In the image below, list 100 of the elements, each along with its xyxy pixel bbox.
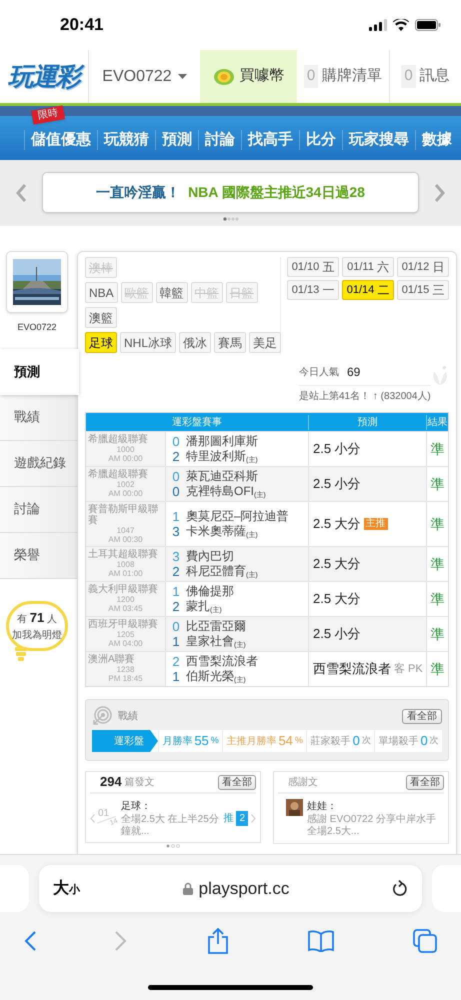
fans-badge[interactable]: 有 71 人 加我為明燈 [6,600,68,650]
sidebar-tab[interactable]: 遊戲紀錄 [0,440,77,486]
prediction: 2.5 大分 [313,555,361,574]
date-tab[interactable]: 01/13 一 [287,280,339,300]
nav-link[interactable]: 數據 [415,130,458,150]
fans-caption: 加我為明燈 [12,628,62,643]
thanks-excerpt: 感謝 EVO0722 分享中岸水手全場2.5大... [307,814,437,838]
thanks-author: 娃娃： [307,800,338,814]
match-code: 1238 [116,665,136,674]
stat-value: 0 [420,732,428,750]
column-header: 預測 [308,414,426,430]
view-all-button[interactable]: 看全部 [402,708,442,724]
score: 1 [171,584,181,599]
prediction: 2.5 小分 [313,625,361,644]
result: 準 [430,514,444,534]
score: 1 [171,509,181,524]
limited-badge: 限時 [31,105,65,125]
post-excerpt: 全場2.5大 在上半25分鐘就... [121,814,220,838]
view-all-button[interactable]: 看全部 [406,774,444,790]
stat-label: 主推月勝率 [226,734,276,748]
result: 準 [430,590,444,608]
team-name: 佛倫提那 [186,584,234,599]
result: 準 [430,624,444,644]
date-tab[interactable]: 01/14 二 [342,280,394,300]
sport-filter[interactable]: 韓籃 [156,282,188,303]
team-name: 奧莫尼亞–阿拉迪普 [186,509,289,524]
team-name: 科尼亞體育$_{(主)}$ [186,564,258,579]
text-size-button[interactable]: 大小 [53,876,80,900]
clock: 20:41 [60,14,104,36]
buy-coins-button[interactable]: 買噱幣 [200,50,297,103]
sport-filter[interactable]: 賽馬 [214,332,246,353]
sidebar-tab[interactable]: 討論 [0,486,77,532]
fans-count: 有 71 人 [16,609,58,628]
date-tab[interactable]: 01/15 三 [397,280,449,300]
league-name: 西班牙甲級聯賽 [88,619,159,630]
sport-filter[interactable]: NBA [85,282,118,303]
sidebar-tab[interactable]: 榮譽 [0,532,77,578]
match-code: 1002 [116,480,136,489]
sidebar-tab[interactable]: 戰績 [0,394,77,440]
match-code: 1000 [116,445,136,454]
league-name: 希臘超級聯賽 [88,434,149,445]
team-name: 潘那圖利庫斯 [186,434,258,449]
sport-filter[interactable]: 俄冰 [179,332,212,353]
match-time: AM 03:45 [107,604,144,613]
team-name: 特里波利斯$_{(主)}$ [186,449,258,464]
rank-text: 是站上第41名！ ↑ (832004人) [299,390,431,404]
sport-filter[interactable]: NHL冰球 [120,332,176,353]
score: 1 [171,669,181,684]
nav-link[interactable]: 找高手 [241,130,299,150]
match-time: AM 00:00 [107,454,144,463]
popularity-value: 69 [347,364,360,381]
view-all-button[interactable]: 看全部 [218,774,256,790]
sport-filter[interactable]: 美足 [249,332,282,353]
cart-button[interactable]: 0 購牌清單 [297,50,389,103]
sidebar-tab[interactable]: 預測 [0,348,79,394]
league-name: 土耳其超級聯賽 [88,549,159,560]
prediction: 2.5 大分 [313,515,361,534]
nav-link[interactable]: 儲值優惠 [24,130,97,150]
post-title: 足球： [121,800,152,814]
date-tab[interactable]: 01/11 六 [342,257,394,277]
stat-unit: % [294,734,303,748]
nav-link[interactable]: 玩家搜尋 [342,130,415,150]
address-bar[interactable]: 大小 playsport.cc [39,865,422,912]
match-code: 1047 [116,526,136,535]
url-text: playsport.cc [198,878,290,900]
score: 2 [171,599,181,614]
nav-link[interactable]: 比分 [299,130,342,150]
nav-link[interactable]: 預測 [155,130,198,150]
push-count: 2 [236,811,248,826]
match-time: AM 01:00 [107,569,144,578]
post-count: 294 [100,773,122,792]
match-time: AM 00:00 [107,489,144,498]
team-name: 比亞雷亞爾 [186,619,246,634]
match-code: 1200 [116,595,136,604]
nav-link[interactable]: 玩競猜 [97,130,155,150]
league-name: 希臘超級聯賽 [88,469,149,480]
promo-banner[interactable]: 一直吟淫贏！ NBA 國際盤主推近34日過28 [42,172,419,212]
site-logo[interactable]: 玩運彩 [4,60,84,92]
match-time: AM 04:00 [107,639,144,648]
date-tab[interactable]: 01/12 日 [397,257,449,277]
messages-button[interactable]: 0 訊息 [389,50,461,103]
score: 2 [171,564,181,579]
team-name: 西雪梨流浪者 [186,654,258,669]
column-header: 運彩盤賽事 [171,416,223,430]
record-title: 戰績 [118,710,138,724]
league-name: 賽普勒斯甲級聯賽 [88,504,159,526]
sport-filter[interactable]: 澳籃 [85,307,117,328]
stat-unit: 次 [430,734,439,748]
score: 0 [171,469,181,484]
match-time: AM 00:30 [107,535,144,544]
match-time: PM 18:45 [107,674,144,683]
result: 準 [430,440,444,458]
prediction: 2.5 小分 [313,440,361,458]
thanks-label: 感謝文 [288,776,318,790]
posts-label: 篇發文 [124,776,155,790]
stat-label: 月勝率 [162,734,192,748]
popularity-label: 今日人氣 [299,366,339,380]
sport-filter[interactable]: 足球 [85,332,117,353]
date-tab[interactable]: 01/10 五 [287,257,339,277]
nav-link[interactable]: 討論 [198,130,241,150]
